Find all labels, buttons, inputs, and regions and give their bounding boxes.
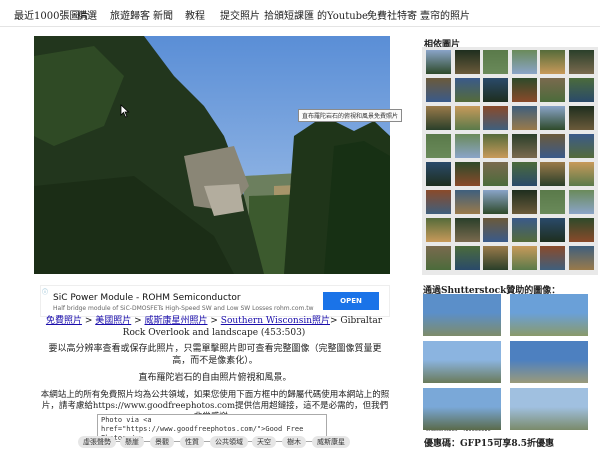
related-thumbnail[interactable] xyxy=(511,190,537,214)
related-thumbnail[interactable] xyxy=(426,78,451,102)
shutterstock-image[interactable] xyxy=(510,388,588,430)
related-thumbnail[interactable] xyxy=(483,218,508,242)
nav-featured[interactable]: 精選 xyxy=(77,7,97,22)
related-thumbnail[interactable] xyxy=(483,106,508,130)
related-thumbnail[interactable] xyxy=(454,190,480,214)
related-thumbnail[interactable] xyxy=(568,134,594,158)
photo-tooltip: 直布羅陀岩石的俯視和風景免費照片 xyxy=(298,109,403,122)
top-nav: 最近1000張圖片 精選 旅遊歸客 新聞 教程 提交照片 拾頒短課匯 的Yout… xyxy=(0,0,600,27)
ad-title[interactable]: SiC Power Module - ROHM Semiconductor xyxy=(53,293,241,303)
related-thumbnail[interactable] xyxy=(426,134,451,158)
shutterstock-image[interactable] xyxy=(510,294,588,336)
nav-youtube[interactable]: 的Youtube xyxy=(317,7,368,22)
shutterstock-image[interactable] xyxy=(423,341,501,383)
tag-list: 虛張聲勢 懸崖 景觀 性質 公共領域 天空 樹木 威斯康星 xyxy=(78,436,378,450)
cursor-arrow-icon xyxy=(120,104,130,118)
tag-item[interactable]: 威斯康星 xyxy=(312,436,350,448)
related-thumbnail[interactable] xyxy=(511,134,537,158)
promo-code: 優惠碼：GFP15可享8.5折優惠 xyxy=(424,439,555,449)
ad-subtitle: Half bridge module of SiC-DMOSFETs High-… xyxy=(53,305,314,312)
tag-item[interactable]: 性質 xyxy=(180,436,204,448)
breadcrumb-separator: > xyxy=(81,316,96,326)
related-thumbnail[interactable] xyxy=(511,218,537,242)
related-thumbnail[interactable] xyxy=(454,78,480,102)
related-thumbnail[interactable] xyxy=(511,106,537,130)
related-thumbnail[interactable] xyxy=(483,78,508,102)
related-thumbnail[interactable] xyxy=(426,106,451,130)
related-thumbnail[interactable] xyxy=(568,246,594,270)
related-thumbnail[interactable] xyxy=(426,162,451,186)
related-thumbnail[interactable] xyxy=(426,218,451,242)
shutterstock-image[interactable] xyxy=(510,341,588,383)
tag-item[interactable]: 樹木 xyxy=(282,436,306,448)
related-thumbnail[interactable] xyxy=(511,50,537,74)
nav-your-photos[interactable]: 壹帘的照片 xyxy=(420,7,470,22)
related-thumbnail[interactable] xyxy=(568,106,594,130)
related-thumbnail[interactable] xyxy=(540,134,565,158)
breadcrumb-free-photos[interactable]: 免費照片 xyxy=(46,316,82,326)
download-hint: 要以高分辨率查看或保存此照片，只需單擊照片即可查看完整圖像（完整圖像質量更高，而… xyxy=(48,344,382,366)
breadcrumb: 免費照片 > 美國照片 > 威斯康星州照片 > Southern Wiscons… xyxy=(38,315,390,339)
tag-item[interactable]: 公共領域 xyxy=(210,436,248,448)
main-photo[interactable] xyxy=(34,36,390,274)
related-thumbnail[interactable] xyxy=(426,50,451,74)
breadcrumb-separator: > xyxy=(207,316,221,326)
related-thumbnail[interactable] xyxy=(568,162,594,186)
related-thumbnail[interactable] xyxy=(483,50,508,74)
related-thumbnail[interactable] xyxy=(454,106,480,130)
related-thumbnail[interactable] xyxy=(540,218,565,242)
related-thumbnail[interactable] xyxy=(454,246,480,270)
related-thumbnail[interactable] xyxy=(454,162,480,186)
shutterstock-image[interactable] xyxy=(423,388,501,430)
related-thumbnail[interactable] xyxy=(540,190,565,214)
nav-tutorials[interactable]: 教程 xyxy=(185,7,205,22)
related-thumbnail[interactable] xyxy=(568,78,594,102)
related-thumbnail[interactable] xyxy=(454,218,480,242)
related-thumbnail[interactable] xyxy=(568,190,594,214)
related-thumbnail[interactable] xyxy=(540,162,565,186)
related-thumbnail[interactable] xyxy=(483,246,508,270)
related-thumbnail[interactable] xyxy=(454,134,480,158)
tag-item[interactable]: 天空 xyxy=(252,436,276,448)
landscape-image xyxy=(34,36,390,274)
related-thumbnail[interactable] xyxy=(511,246,537,270)
related-thumbnail[interactable] xyxy=(483,190,508,214)
photo-caption: 直布羅陀岩石的自由照片俯視和風景。 xyxy=(138,373,292,383)
nav-submit-photo[interactable]: 提交照片 xyxy=(220,7,260,22)
tag-item[interactable]: 虛張聲勢 xyxy=(78,436,116,448)
nav-courses[interactable]: 拾頒短課匯 xyxy=(264,7,314,22)
tag-item[interactable]: 景觀 xyxy=(150,436,174,448)
related-thumbnail[interactable] xyxy=(454,50,480,74)
ad-open-button[interactable]: OPEN xyxy=(323,292,379,310)
related-thumbnail[interactable] xyxy=(568,218,594,242)
shutterstock-grid: shutterstock · 419069916 xyxy=(422,293,598,433)
related-thumbnail[interactable] xyxy=(540,78,565,102)
shutterstock-image[interactable] xyxy=(423,294,501,336)
related-thumbnail[interactable] xyxy=(511,78,537,102)
related-thumbnail[interactable] xyxy=(426,190,451,214)
nav-news[interactable]: 新聞 xyxy=(153,7,173,22)
related-thumbnail-grid xyxy=(422,47,598,275)
related-thumbnail[interactable] xyxy=(568,50,594,74)
breadcrumb-usa-photos[interactable]: 美國照片 xyxy=(95,316,131,326)
related-thumbnail[interactable] xyxy=(540,246,565,270)
tag-item[interactable]: 懸崖 xyxy=(120,436,144,448)
ad-info-icon[interactable]: ⓘ xyxy=(42,287,48,296)
breadcrumb-southern-wisconsin[interactable]: Southern Wisconsin照片 xyxy=(221,316,330,326)
breadcrumb-wisconsin-photos[interactable]: 威斯康星州照片 xyxy=(145,316,208,326)
related-thumbnail[interactable] xyxy=(426,246,451,270)
related-thumbnail[interactable] xyxy=(483,162,508,186)
breadcrumb-separator: > xyxy=(131,316,145,326)
related-thumbnail[interactable] xyxy=(540,106,565,130)
related-thumbnail[interactable] xyxy=(511,162,537,186)
related-thumbnail[interactable] xyxy=(540,50,565,74)
nav-social[interactable]: 免費社特寄 xyxy=(367,7,417,22)
ad-banner[interactable]: ⓘ SiC Power Module - ROHM Semiconductor … xyxy=(40,285,390,317)
nav-travel[interactable]: 旅遊歸客 xyxy=(110,7,150,22)
related-thumbnail[interactable] xyxy=(483,134,508,158)
